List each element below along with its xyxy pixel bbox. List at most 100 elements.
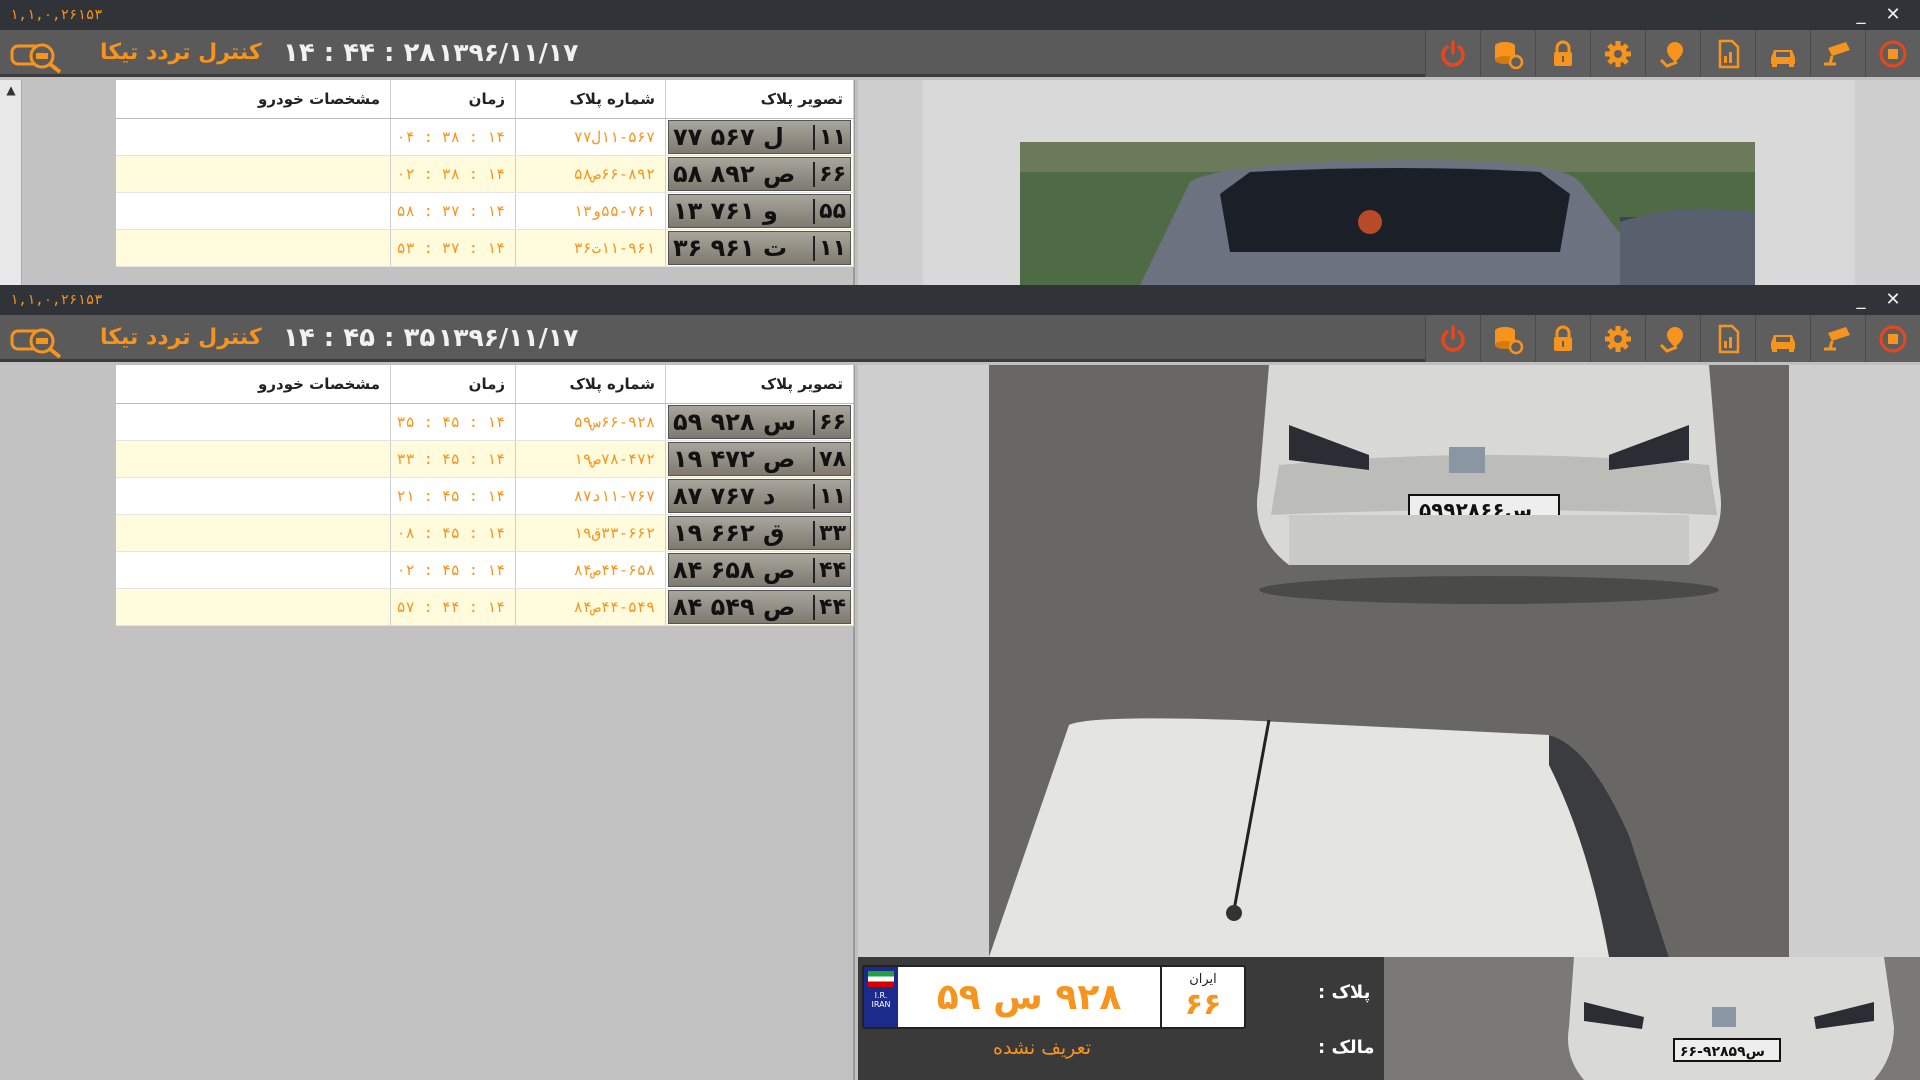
plate-number-cell: ۷۸-۴۷۲ص۱۹ — [515, 440, 666, 478]
minimize-button[interactable]: _ — [1848, 3, 1874, 27]
plate-image: ۷۷ ل ۵۶۷ ۱۱ — [668, 120, 851, 154]
vehicle-cell — [116, 440, 391, 478]
plate-image-region: ۳۳ — [813, 520, 846, 546]
app-window-1: ۱,۱,۰,۲۶۱۵۳ _ ✕ کنترل تردد تیکا ۱۴ : ۴۴ … — [0, 0, 1920, 285]
database-button[interactable] — [1480, 315, 1535, 362]
stop-icon — [1879, 325, 1907, 352]
vehicle-cell — [116, 229, 391, 267]
camera-view — [858, 80, 1920, 285]
col-vehicle[interactable]: مشخصات خودرو — [116, 365, 391, 404]
plate-image-region: ۱۱ — [813, 124, 846, 150]
scrollbar[interactable]: ▲ — [0, 80, 22, 285]
location-button[interactable] — [1645, 30, 1700, 77]
camera-button[interactable] — [1810, 315, 1865, 362]
car-icon — [1771, 49, 1795, 67]
plate-main-number: ۹۲۸ س ۵۹ — [898, 967, 1162, 1027]
plate-image: ۱۹ ق ۶۶۲ ۳۳ — [668, 516, 851, 550]
plate-image-region: ۶۶ — [813, 409, 846, 435]
lock-button[interactable] — [1535, 30, 1590, 77]
minimize-button[interactable]: _ — [1848, 288, 1874, 312]
clock: ۱۴ : ۴۴ : ۲۸ — [283, 38, 436, 68]
plate-image-main: ۱۹ ق ۶۶۲ — [673, 519, 785, 547]
time-cell: ۱۴ : ۴۵ : ۰۲ — [390, 551, 516, 589]
stop-button[interactable] — [1865, 315, 1920, 362]
col-vehicle[interactable]: مشخصات خودرو — [116, 80, 391, 119]
location-button[interactable] — [1645, 315, 1700, 362]
plate-image: ۱۹ ص ۴۷۲ ۷۸ — [668, 442, 851, 476]
log-panel: تصویر پلاک شماره پلاک زمان مشخصات خودرو … — [0, 365, 855, 1080]
plate-image-cell: ۵۸ ص ۸۹۲ ۶۶ — [665, 155, 854, 193]
col-plate-image[interactable]: تصویر پلاک — [665, 80, 854, 119]
car-icon — [1771, 334, 1795, 352]
toolbar-buttons — [1425, 30, 1920, 77]
database-button[interactable] — [1480, 30, 1535, 77]
close-button[interactable]: ✕ — [1880, 3, 1906, 27]
col-time[interactable]: زمان — [390, 80, 516, 119]
camera-icon — [1824, 326, 1850, 350]
vehicle-button[interactable] — [1755, 315, 1810, 362]
plate-region: ایران ۶۶ — [1162, 967, 1244, 1027]
plate-image-region: ۴۴ — [813, 557, 846, 583]
vehicle-cell — [116, 588, 391, 626]
col-plate-number[interactable]: شماره پلاک — [515, 80, 666, 119]
camera-view: ۵۹س۹۲۸۶۶ — [858, 365, 1920, 957]
table-row[interactable]: ۸۴ ص ۶۵۸ ۴۴ ۴۴-۶۵۸ص۸۴ ۱۴ : ۴۵ : ۰۲ — [116, 551, 854, 589]
col-plate-image[interactable]: تصویر پلاک — [665, 365, 854, 404]
vehicle-cell — [116, 118, 391, 156]
power-icon — [1441, 39, 1465, 67]
camera-button[interactable] — [1810, 30, 1865, 77]
plate-number-cell: ۱۱-۹۶۱ت۳۶ — [515, 229, 666, 267]
lock-icon — [1554, 40, 1572, 66]
table-row[interactable]: ۳۶ ت ۹۶۱ ۱۱ ۱۱-۹۶۱ت۳۶ ۱۴ : ۳۷ : ۵۳ — [116, 229, 854, 267]
plate-number-cell: ۳۳-۶۶۲ق۱۹ — [515, 514, 666, 552]
plate-image-region: ۵۵ — [813, 198, 846, 224]
table-row[interactable]: ۱۹ ق ۶۶۲ ۳۳ ۳۳-۶۶۲ق۱۹ ۱۴ : ۴۵ : ۰۸ — [116, 514, 854, 552]
plate-label: پلاک : — [1318, 982, 1371, 1003]
settings-button[interactable] — [1590, 30, 1645, 77]
log-panel: ▲ تصویر پلاک شماره پلاک زمان مشخصات خودر… — [0, 80, 855, 285]
gear-icon — [1605, 325, 1631, 352]
stop-button[interactable] — [1865, 30, 1920, 77]
power-button[interactable] — [1425, 30, 1480, 77]
close-button[interactable]: ✕ — [1880, 288, 1906, 312]
table-row[interactable]: ۱۳ و ۷۶۱ ۵۵ ۵۵-۷۶۱و۱۳ ۱۴ : ۳۷ : ۵۸ — [116, 192, 854, 230]
stop-icon — [1879, 40, 1907, 67]
title-bar[interactable]: ۱,۱,۰,۲۶۱۵۳ _ ✕ — [0, 285, 1920, 315]
title-bar[interactable]: ۱,۱,۰,۲۶۱۵۳ _ ✕ — [0, 0, 1920, 30]
app-title: کنترل تردد تیکا — [100, 40, 262, 65]
col-time[interactable]: زمان — [390, 365, 516, 404]
time-cell: ۱۴ : ۴۵ : ۰۸ — [390, 514, 516, 552]
table-row[interactable]: ۵۹ س ۹۲۸ ۶۶ ۶۶-۹۲۸س۵۹ ۱۴ : ۴۵ : ۳۵ — [116, 403, 854, 441]
plate-image-main: ۵۹ س ۹۲۸ — [673, 408, 797, 436]
table-row[interactable]: ۱۹ ص ۴۷۲ ۷۸ ۷۸-۴۷۲ص۱۹ ۱۴ : ۴۵ : ۳۳ — [116, 440, 854, 478]
detection-panel: I.R. IRAN ۹۲۸ س ۵۹ ایران ۶۶ پلاک : مالک … — [858, 957, 1920, 1080]
map-pin-icon — [1659, 326, 1683, 353]
lock-button[interactable] — [1535, 315, 1590, 362]
power-button[interactable] — [1425, 315, 1480, 362]
col-plate-number[interactable]: شماره پلاک — [515, 365, 666, 404]
plate-image-cell: ۷۷ ل ۵۶۷ ۱۱ — [665, 118, 854, 156]
toolbar: کنترل تردد تیکا ۱۴ : ۴۴ : ۲۸ ۱۳۹۶/۱۱/۱۷ — [0, 30, 1920, 77]
time-cell: ۱۴ : ۳۷ : ۵۳ — [390, 229, 516, 267]
camera-icon — [1824, 41, 1850, 65]
vehicle-thumbnail[interactable]: ۶۶-۹۲۸س۵۹ — [1384, 957, 1920, 1080]
plate-image-cell: ۸۷ د ۷۶۷ ۱۱ — [665, 477, 854, 515]
report-button[interactable] — [1700, 315, 1755, 362]
table-row[interactable]: ۸۴ ص ۵۴۹ ۴۴ ۴۴-۵۴۹ص۸۴ ۱۴ : ۴۴ : ۵۷ — [116, 588, 854, 626]
plate-image: ۸۷ د ۷۶۷ ۱۱ — [668, 479, 851, 513]
plate-image-cell: ۱۹ ق ۶۶۲ ۳۳ — [665, 514, 854, 552]
plate-number-cell: ۴۴-۵۴۹ص۸۴ — [515, 588, 666, 626]
table-header: تصویر پلاک شماره پلاک زمان مشخصات خودرو — [116, 365, 854, 404]
owner-label: مالک : — [1318, 1037, 1375, 1058]
table-row[interactable]: ۸۷ د ۷۶۷ ۱۱ ۱۱-۷۶۷د۸۷ ۱۴ : ۴۵ : ۲۱ — [116, 477, 854, 515]
time-cell: ۱۴ : ۴۵ : ۳۳ — [390, 440, 516, 478]
scroll-up-icon[interactable]: ▲ — [0, 80, 22, 100]
toolbar-buttons — [1425, 315, 1920, 362]
vehicle-button[interactable] — [1755, 30, 1810, 77]
table-row[interactable]: ۷۷ ل ۵۶۷ ۱۱ ۱۱-۵۶۷ل۷۷ ۱۴ : ۳۸ : ۰۴ — [116, 118, 854, 156]
table-row[interactable]: ۵۸ ص ۸۹۲ ۶۶ ۶۶-۸۹۲ص۵۸ ۱۴ : ۳۸ : ۰۲ — [116, 155, 854, 193]
log-table: تصویر پلاک شماره پلاک زمان مشخصات خودرو … — [116, 365, 854, 626]
lock-icon — [1554, 325, 1572, 351]
settings-button[interactable] — [1590, 315, 1645, 362]
report-button[interactable] — [1700, 30, 1755, 77]
